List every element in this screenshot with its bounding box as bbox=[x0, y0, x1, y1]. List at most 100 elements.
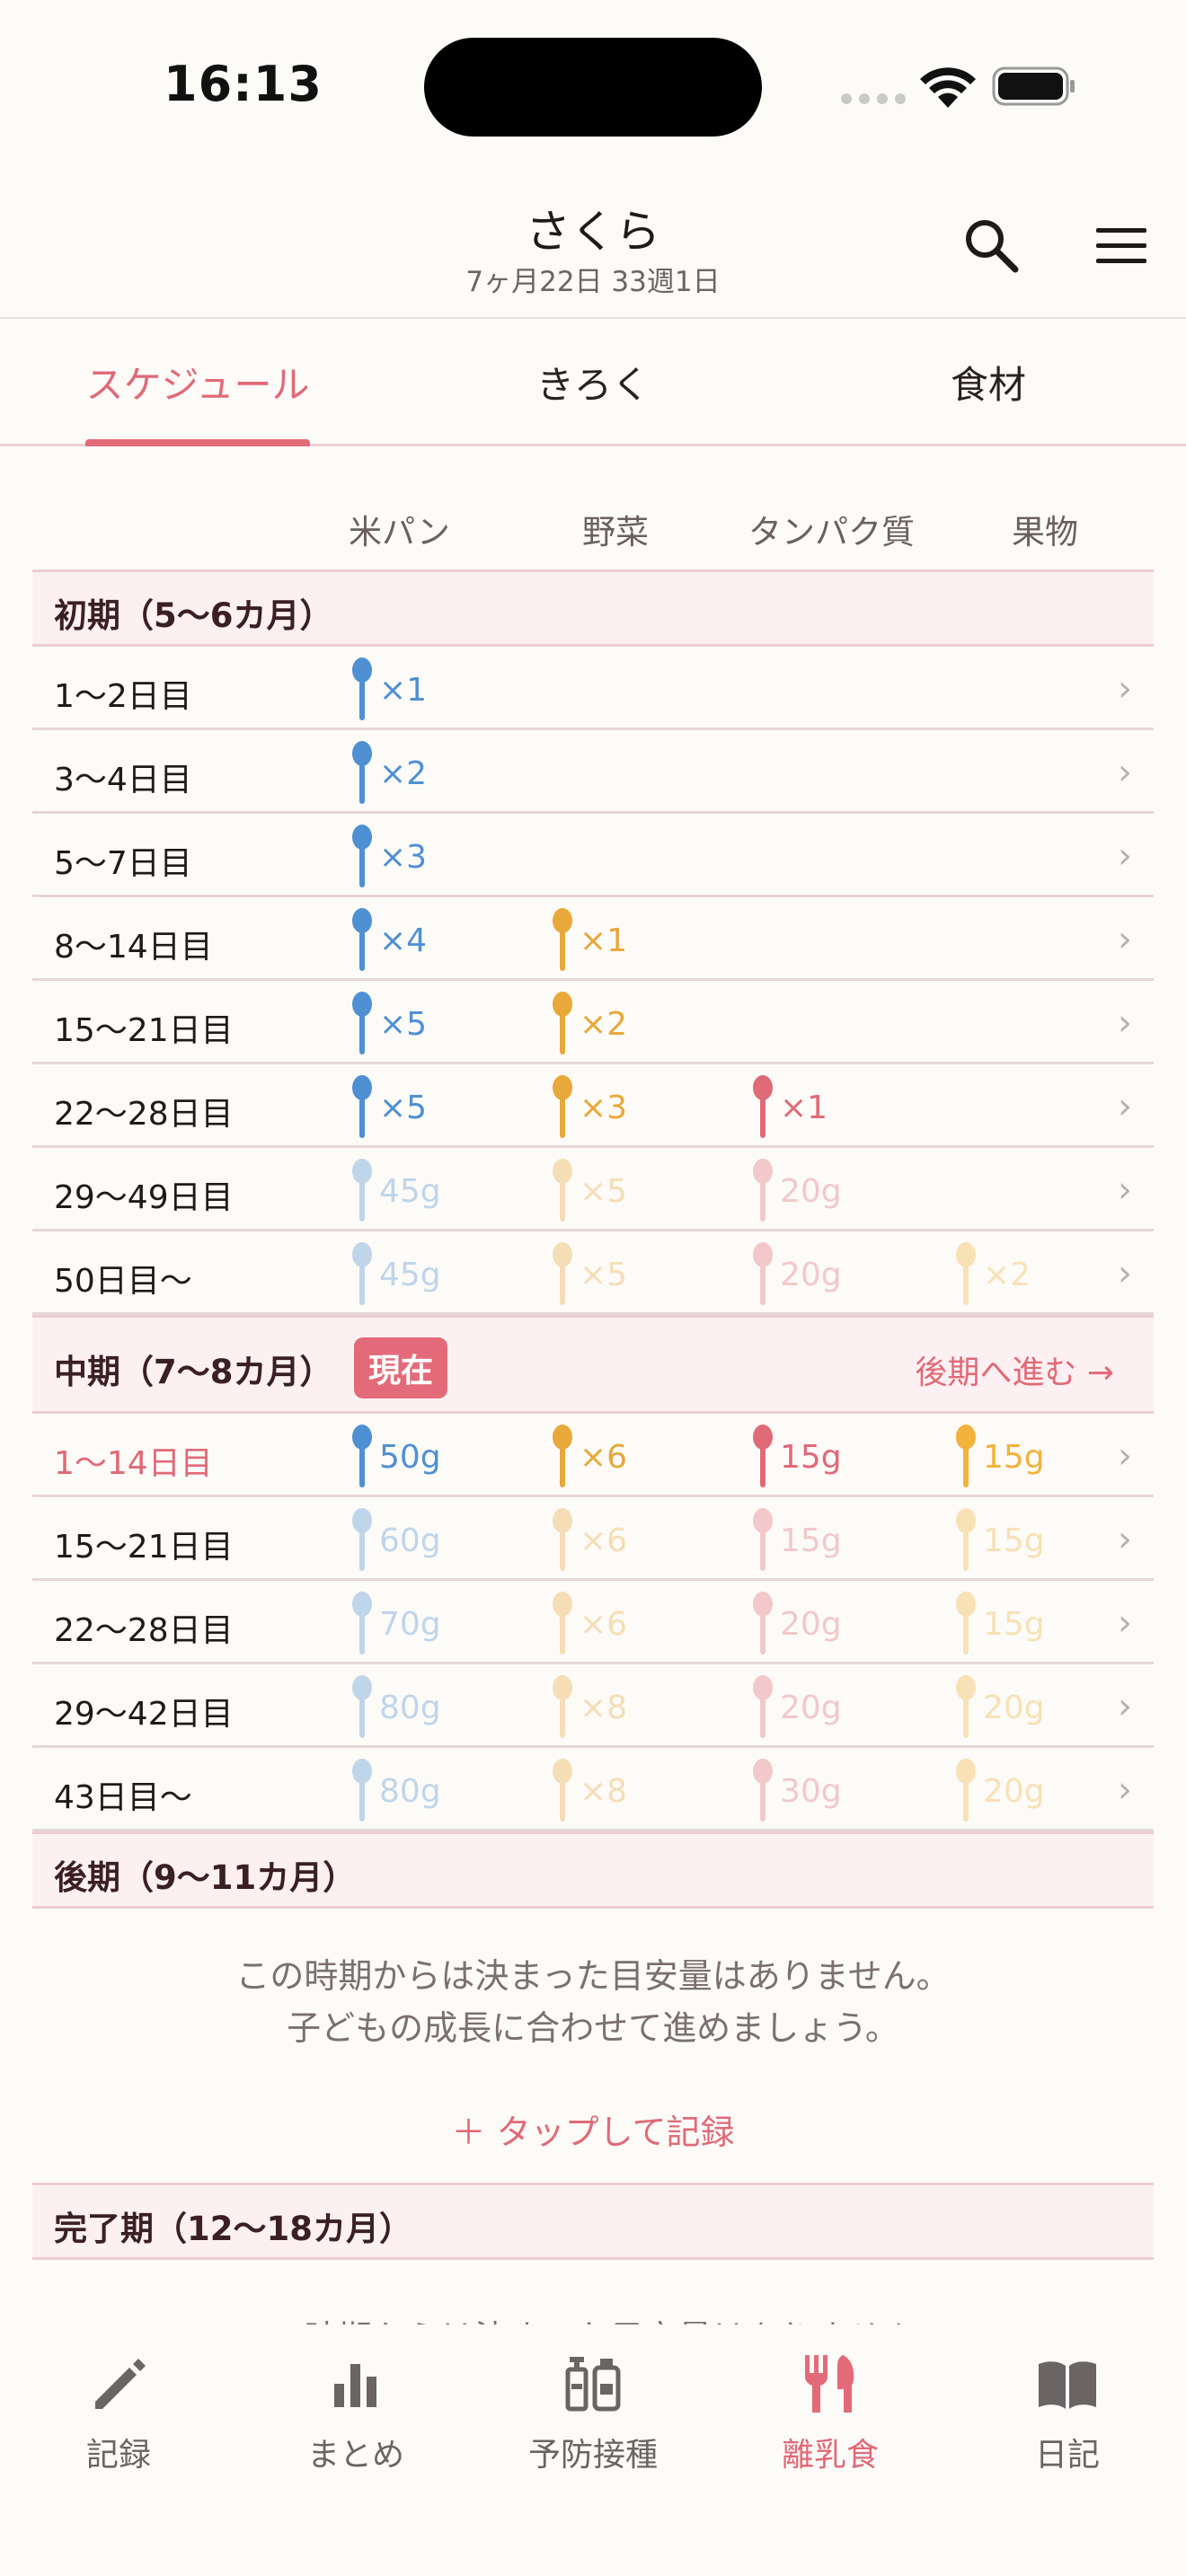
chevron-right-icon: › bbox=[1118, 752, 1132, 793]
amount-value: 70g bbox=[379, 1605, 441, 1643]
row-label: 22〜28日目 bbox=[54, 1096, 234, 1133]
spoon-icon bbox=[956, 1425, 976, 1487]
chevron-right-icon: › bbox=[1118, 668, 1132, 710]
current-stage-badge: 現在 bbox=[354, 1337, 448, 1398]
schedule-row[interactable]: 50日目〜 45g ×5 20g ×2 › bbox=[32, 1231, 1154, 1315]
amount-value: ×4 bbox=[379, 922, 428, 959]
schedule-row[interactable]: 3〜4日目 ×2 › bbox=[32, 730, 1154, 814]
nav-label: まとめ bbox=[306, 2437, 404, 2474]
nav-vaccination[interactable]: 予防接種 bbox=[494, 2350, 692, 2475]
tap-to-record-button[interactable]: ＋ タップして記録 bbox=[32, 2104, 1154, 2154]
section-title: 初期（5〜6カ月） bbox=[54, 596, 333, 635]
amount-value: ×6 bbox=[580, 1605, 628, 1643]
column-header-grain: 米パン bbox=[349, 513, 450, 551]
tab-schedule[interactable]: スケジュール bbox=[63, 355, 332, 410]
status-time: 16:13 bbox=[164, 56, 323, 112]
spoon-icon bbox=[956, 1508, 976, 1571]
nav-label: 離乳食 bbox=[781, 2437, 879, 2474]
schedule-row[interactable]: 15〜21日目 60g ×6 15g 15g › bbox=[32, 1497, 1154, 1581]
schedule-row[interactable]: 29〜42日目 80g ×8 20g 20g › bbox=[32, 1664, 1154, 1748]
early-stage-rows: 1〜2日目 ×1 › 3〜4日目 ×2 › 5〜7日目 ×3 › 8〜14日目 ×4 ×1 › 15〜21… bbox=[32, 647, 1154, 1315]
spoon-icon bbox=[352, 1159, 372, 1222]
nav-label: 予防接種 bbox=[527, 2437, 658, 2474]
schedule-row[interactable]: 8〜14日目 ×4 ×1 › bbox=[32, 897, 1154, 981]
amount-value: ×1 bbox=[580, 922, 628, 959]
nav-diary[interactable]: 日記 bbox=[969, 2350, 1166, 2475]
schedule-row[interactable]: 22〜28日目 ×5 ×3 ×1 › bbox=[32, 1064, 1154, 1148]
amount-value: ×3 bbox=[379, 838, 428, 876]
schedule-row[interactable]: 1〜14日目 50g ×6 15g 15g › bbox=[32, 1414, 1154, 1497]
amount-veg: ×3 bbox=[551, 1072, 627, 1143]
cellular-signal-icon bbox=[841, 93, 906, 104]
search-icon[interactable] bbox=[961, 216, 1021, 275]
chevron-right-icon: › bbox=[1118, 1435, 1132, 1477]
amount-value: ×3 bbox=[580, 1089, 628, 1126]
amount-grain: 45g bbox=[350, 1239, 441, 1310]
nav-baby-food[interactable]: 離乳食 bbox=[731, 2350, 929, 2475]
spoon-icon bbox=[753, 1242, 773, 1305]
spoon-icon bbox=[753, 1508, 773, 1571]
amount-grain: 45g bbox=[350, 1155, 441, 1227]
late-stage-note-text: この時期からは決まった目安量はありません。 子どもの成長に合わせて進めましょう。 bbox=[32, 1950, 1154, 2054]
spoon-icon bbox=[352, 992, 372, 1054]
amount-value: ×8 bbox=[580, 1689, 628, 1726]
amount-value: 60g bbox=[379, 1522, 441, 1559]
tab-records[interactable]: きろく bbox=[458, 355, 728, 410]
app-header: さくら 7ヶ月22日 33週1日 bbox=[0, 171, 1186, 319]
amount-value: 20g bbox=[780, 1172, 842, 1210]
amount-value: ×5 bbox=[379, 1089, 428, 1126]
spoon-icon bbox=[553, 1242, 572, 1305]
amount-protein: 30g bbox=[751, 1755, 842, 1827]
amount-value: 20g bbox=[983, 1689, 1045, 1726]
nav-record[interactable]: 記録 bbox=[20, 2350, 217, 2475]
spoon-icon bbox=[553, 992, 572, 1054]
schedule-row[interactable]: 1〜2日目 ×1 › bbox=[32, 647, 1154, 730]
chevron-right-icon: › bbox=[1118, 1002, 1132, 1044]
spoon-icon bbox=[352, 1075, 372, 1138]
spoon-icon bbox=[553, 908, 572, 971]
row-label: 5〜7日目 bbox=[54, 845, 192, 882]
amount-grain: 50g bbox=[350, 1421, 441, 1493]
vaccine-icon bbox=[565, 2357, 621, 2412]
amount-veg: ×2 bbox=[551, 988, 627, 1060]
spoon-icon bbox=[553, 1425, 572, 1487]
section-title: 中期（7〜8カ月） bbox=[54, 1353, 333, 1391]
schedule-row[interactable]: 43日目〜 80g ×8 30g 20g › bbox=[32, 1748, 1154, 1831]
spoon-icon bbox=[553, 1592, 572, 1654]
amount-value: 15g bbox=[780, 1438, 842, 1476]
amount-veg: ×5 bbox=[551, 1239, 627, 1310]
schedule-row[interactable]: 15〜21日目 ×5 ×2 › bbox=[32, 981, 1154, 1064]
amount-protein: ×1 bbox=[751, 1072, 828, 1143]
status-bar: 16:13 bbox=[0, 0, 1186, 171]
chevron-right-icon: › bbox=[1118, 835, 1132, 877]
amount-value: ×8 bbox=[580, 1772, 628, 1810]
amount-fruit: 20g bbox=[954, 1672, 1045, 1743]
amount-protein: 20g bbox=[751, 1588, 842, 1660]
amount-value: 45g bbox=[379, 1172, 441, 1210]
late-stage-note: この時期からは決まった目安量はありません。 子どもの成長に合わせて進めましょう。… bbox=[32, 1909, 1154, 2183]
row-label: 29〜42日目 bbox=[54, 1696, 234, 1733]
nav-summary[interactable]: まとめ bbox=[257, 2350, 455, 2475]
amount-value: ×6 bbox=[580, 1522, 628, 1559]
schedule-row[interactable]: 5〜7日目 ×3 › bbox=[32, 814, 1154, 897]
amount-value: 20g bbox=[983, 1772, 1045, 1810]
chevron-right-icon: › bbox=[1118, 1769, 1132, 1811]
amount-protein: 15g bbox=[751, 1421, 842, 1493]
tab-ingredients[interactable]: 食材 bbox=[854, 355, 1123, 410]
amount-veg: ×6 bbox=[551, 1588, 627, 1660]
row-label: 1〜14日目 bbox=[54, 1445, 213, 1482]
column-header-vegetable: 野菜 bbox=[582, 513, 649, 551]
amount-value: 20g bbox=[780, 1605, 842, 1643]
wifi-icon bbox=[920, 67, 976, 108]
advance-to-late-link[interactable]: 後期へ進む → bbox=[915, 1346, 1114, 1393]
hamburger-menu-icon[interactable] bbox=[1093, 217, 1150, 275]
schedule-row[interactable]: 22〜28日目 70g ×6 20g 15g › bbox=[32, 1581, 1154, 1664]
schedule-row[interactable]: 29〜49日目 45g ×5 20g › bbox=[32, 1148, 1154, 1231]
amount-value: ×1 bbox=[780, 1089, 828, 1126]
row-label: 29〜49日目 bbox=[54, 1179, 234, 1216]
amount-value: 80g bbox=[379, 1689, 441, 1726]
amount-value: ×5 bbox=[379, 1005, 428, 1043]
column-header-protein: タンパク質 bbox=[748, 513, 915, 551]
spoon-icon bbox=[352, 1425, 372, 1487]
chevron-right-icon: › bbox=[1118, 1253, 1132, 1294]
